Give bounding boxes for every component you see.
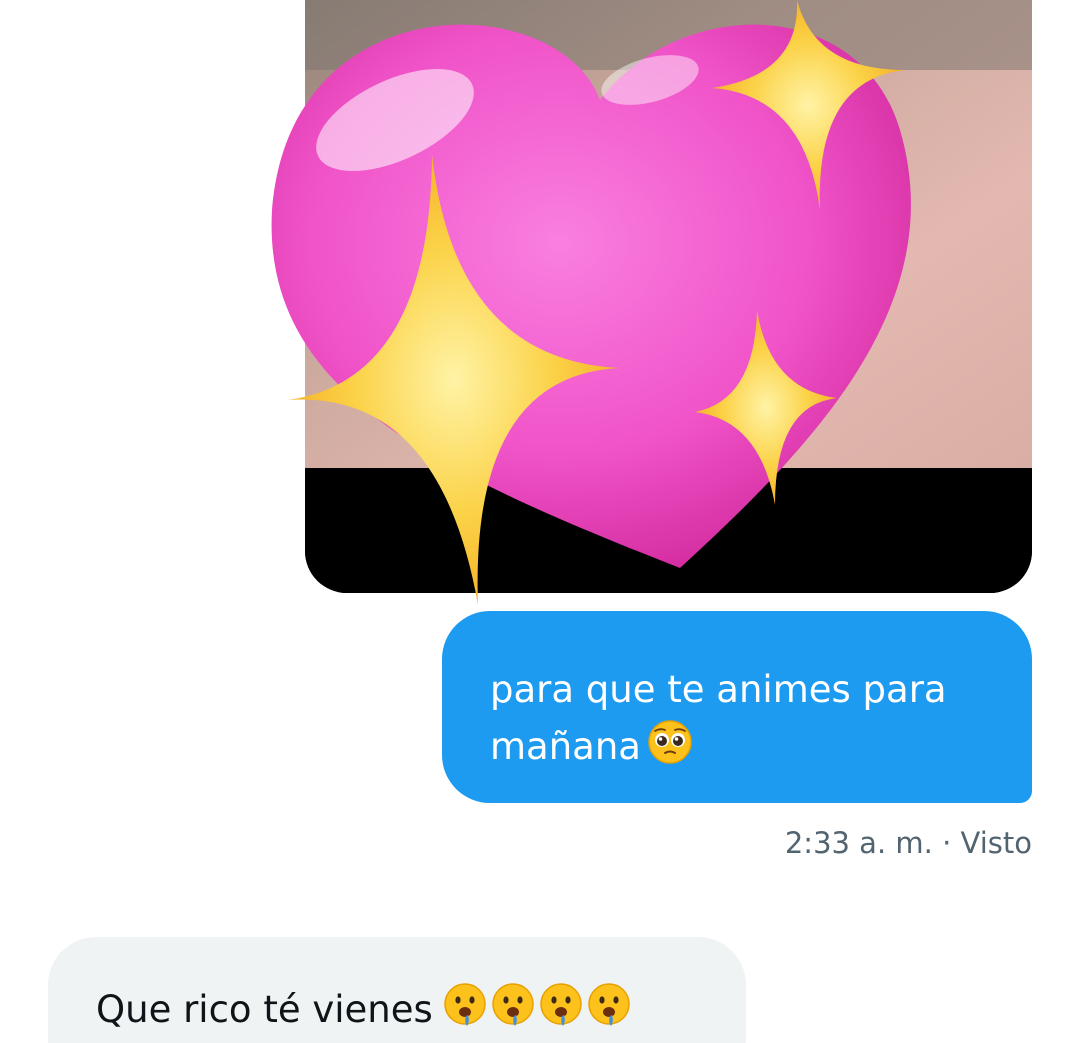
emoji-group — [443, 982, 635, 1043]
message-timestamp-status: 2:33 a. m. · Visto — [784, 826, 1032, 860]
outgoing-message-line1: para que te animes para — [490, 668, 947, 711]
drooling-face-icon — [540, 983, 582, 1026]
outgoing-message-bubble[interactable]: para que te animes para mañana — [442, 611, 1032, 803]
drooling-face-icon — [492, 983, 534, 1026]
outgoing-message-line2: mañana — [490, 725, 641, 768]
incoming-message-bubble[interactable]: Que rico té vienes — [48, 937, 746, 1043]
drooling-face-icon — [588, 983, 630, 1026]
dm-conversation: para que te animes para mañana 2:33 a. m… — [0, 0, 1080, 1043]
incoming-message-text: Que rico té vienes — [96, 988, 433, 1031]
drooling-face-icon — [444, 983, 486, 1026]
shared-photo[interactable] — [305, 0, 1032, 593]
photo-image — [305, 0, 1032, 593]
pleading-face-icon — [647, 719, 693, 781]
